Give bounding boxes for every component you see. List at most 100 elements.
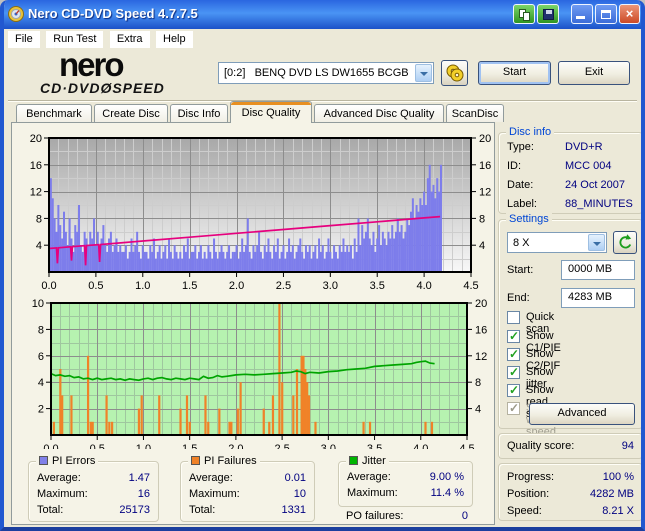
tab-advanced-disc-quality[interactable]: Advanced Disc Quality xyxy=(314,104,444,123)
app-icon xyxy=(8,6,24,22)
svg-text:20: 20 xyxy=(475,298,487,310)
end-label: End: xyxy=(507,292,530,304)
svg-text:16: 16 xyxy=(30,160,42,172)
title-bar: Nero CD-DVD Speed 4.7.7.5 × xyxy=(4,0,641,29)
minimize-button[interactable] xyxy=(571,4,593,24)
svg-text:0.5: 0.5 xyxy=(88,280,103,290)
jitter-caption: Jitter xyxy=(346,455,389,467)
stat-value: 0.01 xyxy=(284,472,306,484)
window-title: Nero CD-DVD Speed 4.7.7.5 xyxy=(28,6,198,21)
checkbox-box[interactable] xyxy=(507,365,520,379)
menu-help[interactable]: Help xyxy=(156,31,193,48)
svg-text:3.5: 3.5 xyxy=(367,443,382,449)
pi-errors-chart: 0.0 0.5 1.0 1.5 2.0 2.5 3.0 3.5 4.0 4.5 4 8 12 16 20 4 8… xyxy=(30,133,492,290)
drive-selector[interactable]: [0:2] BENQ DVD LS DW1655 BCGB xyxy=(218,62,434,84)
svg-text:4: 4 xyxy=(479,240,485,252)
progress-label: Progress: xyxy=(507,471,555,483)
stat-value: 9.00 % xyxy=(429,471,464,483)
po-failures-label: PO failures: xyxy=(346,510,404,522)
po-failures-row: PO failures: 0 xyxy=(346,510,468,524)
menu-file[interactable]: File xyxy=(8,31,40,48)
svg-text:6: 6 xyxy=(38,351,44,363)
quality-score-box: Quality score: 94 xyxy=(498,433,641,459)
pi-failures-caption: PI Failures xyxy=(188,455,260,467)
svg-text:2: 2 xyxy=(38,404,44,416)
start-button[interactable]: Start xyxy=(478,61,551,85)
start-label: Start: xyxy=(507,264,534,276)
stat-label: Average: xyxy=(37,472,81,484)
stat-value: 10 xyxy=(293,488,306,500)
settings-groupbox: Settings 8 X Start: 0000 MB End: 4283 MB… xyxy=(498,213,641,438)
disc-id-label: ID: xyxy=(507,160,522,172)
disc-type-value: DVD+R xyxy=(565,141,603,153)
tab-create-disc[interactable]: Create Disc xyxy=(94,104,168,123)
checkbox-box[interactable] xyxy=(507,383,520,397)
tab-disc-info[interactable]: Disc Info xyxy=(170,104,228,123)
stat-label: Maximum: xyxy=(347,487,398,499)
svg-text:4.0: 4.0 xyxy=(413,443,428,449)
svg-text:2.5: 2.5 xyxy=(276,280,291,290)
svg-text:2.0: 2.0 xyxy=(229,280,244,290)
progress-box: Progress: 100 % Position: 4282 MB Speed: 8.… xyxy=(498,463,641,521)
start-input[interactable]: 0000 MB xyxy=(561,260,635,280)
eject-disc-icon xyxy=(446,64,464,82)
stat-label: Total: xyxy=(189,504,216,516)
svg-text:8: 8 xyxy=(36,213,42,225)
nero-logo-subtitle: CD·DVDØSPEED xyxy=(40,80,165,96)
minimize-icon xyxy=(576,16,585,19)
svg-text:3.0: 3.0 xyxy=(323,280,338,290)
exit-button[interactable]: Exit xyxy=(558,61,630,85)
svg-text:2.5: 2.5 xyxy=(274,443,289,449)
svg-text:16: 16 xyxy=(475,324,487,336)
progress-value: 100 % xyxy=(602,471,634,483)
checkbox-box[interactable] xyxy=(507,329,520,343)
position-label: Position: xyxy=(507,488,550,500)
pi-errors-caption: PI Errors xyxy=(36,455,99,467)
pi-errors-legend-swatch xyxy=(39,456,48,465)
eject-button[interactable] xyxy=(441,60,468,86)
svg-text:0.0: 0.0 xyxy=(41,280,56,290)
quality-score-value: 94 xyxy=(621,440,634,452)
tab-benchmark[interactable]: Benchmark xyxy=(16,104,92,123)
quality-score-label: Quality score: xyxy=(507,440,575,452)
refresh-button[interactable] xyxy=(613,231,637,254)
disc-info-caption: Disc info xyxy=(506,126,555,138)
disc-label-label: Label: xyxy=(507,198,537,210)
disc-type-label: Type: xyxy=(507,141,534,153)
save-button[interactable] xyxy=(537,4,559,24)
svg-text:16: 16 xyxy=(479,160,491,172)
advanced-button[interactable]: Advanced xyxy=(529,403,635,425)
svg-text:1.5: 1.5 xyxy=(182,443,197,449)
copy-to-clipboard-button[interactable] xyxy=(513,4,535,24)
svg-text:12: 12 xyxy=(475,351,487,363)
svg-text:1.0: 1.0 xyxy=(136,443,151,449)
disc-info-groupbox: Disc info Type: DVD+R ID: MCC 004 Date: 24 … xyxy=(498,126,641,214)
tab-scandisc[interactable]: ScanDisc xyxy=(446,104,504,123)
svg-text:12: 12 xyxy=(479,187,491,199)
svg-text:8: 8 xyxy=(479,213,485,225)
app-window: Nero CD-DVD Speed 4.7.7.5 × File Run Tes… xyxy=(0,0,645,531)
checkbox-box[interactable] xyxy=(507,311,520,324)
stat-value: 25173 xyxy=(119,504,150,516)
svg-text:1.0: 1.0 xyxy=(135,280,150,290)
close-button[interactable]: × xyxy=(619,4,640,24)
toolbar-separator xyxy=(8,100,637,102)
save-icon xyxy=(543,9,554,20)
chevron-down-icon[interactable] xyxy=(415,64,432,82)
stat-label: Maximum: xyxy=(189,488,240,500)
refresh-icon xyxy=(619,234,632,249)
end-input[interactable]: 4283 MB xyxy=(561,288,635,308)
pi-failures-jitter-chart: 0.0 0.5 1.0 1.5 2.0 2.5 3.0 3.5 4.0 4.5 2 4 6 8 10 4 8 12… xyxy=(32,298,488,449)
speed-selector[interactable]: 8 X xyxy=(507,232,607,253)
drive-selector-value: [0:2] BENQ DVD LS DW1655 BCGB xyxy=(224,67,409,79)
po-failures-value: 0 xyxy=(461,510,468,522)
tab-disc-quality[interactable]: Disc Quality xyxy=(230,101,312,123)
stat-label: Maximum: xyxy=(37,488,88,500)
svg-text:3.5: 3.5 xyxy=(370,280,385,290)
jitter-groupbox: Jitter Average: 9.00 % Maximum: 11.4 % xyxy=(338,455,473,507)
disc-id-value: MCC 004 xyxy=(565,160,612,172)
maximize-button[interactable] xyxy=(595,4,617,24)
disc-date-label: Date: xyxy=(507,179,534,191)
checkbox-box[interactable] xyxy=(507,347,520,361)
chevron-down-icon[interactable] xyxy=(588,234,605,251)
